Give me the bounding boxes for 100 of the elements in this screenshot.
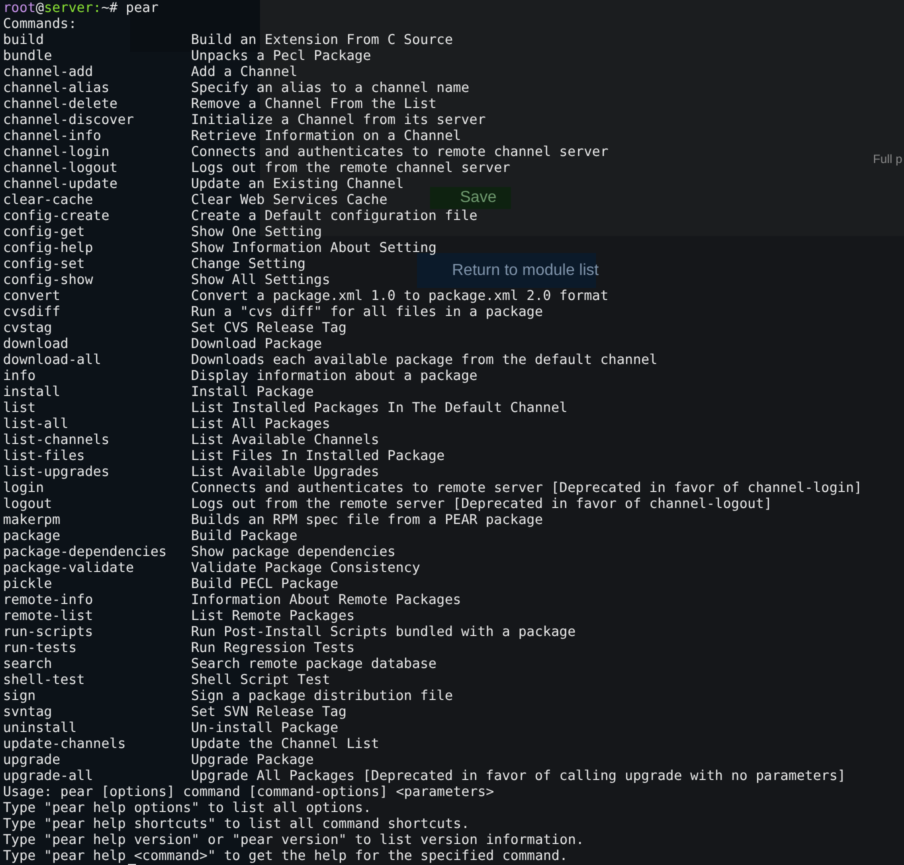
command-description: Remove a Channel From the List [191, 96, 437, 112]
command-name: package-validate [3, 560, 135, 576]
command-description: Upgrade All Packages [Deprecated in favor of calling upgrade with no parameters] [191, 768, 846, 784]
command-name: makerpm [3, 512, 62, 528]
command-name: bundle [3, 48, 54, 64]
command-description: Initialize a Channel from its server [191, 112, 486, 128]
command-description: Run a "cvs diff" for all files in a package [191, 304, 543, 320]
command-name: login [3, 480, 45, 496]
command-description: Specify an alias to a channel name [191, 80, 470, 96]
command-description: Show package dependencies [191, 544, 396, 560]
command-name: channel-logout [3, 160, 119, 176]
command-description: Add a Channel [191, 64, 298, 80]
command-description: Display information about a package [191, 368, 478, 384]
command-name: list [3, 400, 37, 416]
command-description: Unpacks a Pecl Package [191, 48, 372, 64]
help-line: Type "pear help <command>" to get the help for the specified command. [3, 848, 568, 864]
command-name: remote-list [3, 608, 94, 624]
command-name: config-show [3, 272, 94, 288]
command-name: install [3, 384, 62, 400]
command-description: List Available Channels [191, 432, 380, 448]
command-description: Show Information About Setting [191, 240, 437, 256]
command-name: list-all [3, 416, 70, 432]
command-name: logout [3, 496, 54, 512]
prompt-line: root@server:~# pear [3, 0, 159, 16]
command-description: Create a Default configuration file [191, 208, 478, 224]
command-description: Show All Settings [191, 272, 330, 288]
command-name: run-scripts [3, 624, 94, 640]
command-description: Convert a package.xml 1.0 to package.xml 2.0 format [191, 288, 608, 304]
command-name: config-create [3, 208, 110, 224]
command-description: Logs out from the remote channel server [191, 160, 510, 176]
command-name: package-dependencies [3, 544, 168, 560]
command-description: Sign a package distribution file [191, 688, 453, 704]
command-description: Update an Existing Channel [191, 176, 404, 192]
command-name: run-tests [3, 640, 78, 656]
command-description: Un-install Package [191, 720, 338, 736]
command-name: cvstag [3, 320, 54, 336]
command-description: Retrieve Information on a Channel [191, 128, 462, 144]
command-name: search [3, 656, 54, 672]
command-description: Set SVN Release Tag [191, 704, 346, 720]
command-name: svntag [3, 704, 54, 720]
command-name: sign [3, 688, 37, 704]
command-name: channel-add [3, 64, 94, 80]
command-description: Connects and authenticates to remote server [Deprecated in favor of channel-login] [191, 480, 862, 496]
command-name: channel-info [3, 128, 102, 144]
command-description: Build an Extension From C Source [191, 32, 453, 48]
command-description: Shell Script Test [191, 672, 330, 688]
command-name: channel-alias [3, 80, 110, 96]
command-name: channel-login [3, 144, 110, 160]
command-description: Connects and authenticates to remote channel server [191, 144, 608, 160]
command-description: Set CVS Release Tag [191, 320, 346, 336]
command-description: Search remote package database [191, 656, 437, 672]
command-name: remote-info [3, 592, 94, 608]
page-label: Full p [873, 152, 902, 166]
command-name: update-channels [3, 736, 127, 752]
command-name: build [3, 32, 45, 48]
command-description: Run Regression Tests [191, 640, 355, 656]
command-name: list-upgrades [3, 464, 110, 480]
command-description: Builds an RPM spec file from a PEAR package [191, 512, 543, 528]
help-line: Type "pear help shortcuts" to list all command shortcuts. [3, 816, 470, 832]
command-name: uninstall [3, 720, 78, 736]
save-button[interactable]: Save [430, 187, 511, 209]
command-description: Build PECL Package [191, 576, 338, 592]
output-header: Commands: [3, 16, 77, 32]
command-name: info [3, 368, 37, 384]
command-name: config-set [3, 256, 86, 272]
command-name: package [3, 528, 62, 544]
command-name: download-all [3, 352, 102, 368]
command-description: List Installed Packages In The Default Channel [191, 400, 568, 416]
command-name: shell-test [3, 672, 86, 688]
command-description: Install Package [191, 384, 314, 400]
command-description: Logs out from the remote server [Deprecated in favor of channel-logout] [191, 496, 772, 512]
command-name: pickle [3, 576, 54, 592]
command-description: Downloads each available package from the default channel [191, 352, 658, 368]
command-description: Validate Package Consistency [191, 560, 420, 576]
command-name: config-help [3, 240, 94, 256]
command-description: Clear Web Services Cache [191, 192, 388, 208]
command-name: channel-update [3, 176, 119, 192]
command-name: channel-discover [3, 112, 135, 128]
command-name: list-channels [3, 432, 110, 448]
command-name: config-get [3, 224, 86, 240]
command-description: Run Post-Install Scripts bundled with a package [191, 624, 576, 640]
command-description: List All Packages [191, 416, 330, 432]
command-description: Show One Setting [191, 224, 322, 240]
command-description: List Files In Installed Package [191, 448, 445, 464]
command-description: Information About Remote Packages [191, 592, 462, 608]
command-name: cvsdiff [3, 304, 62, 320]
command-name: channel-delete [3, 96, 119, 112]
help-line: Usage: pear [options] command [command-options] <parameters> [3, 784, 494, 800]
command-description: Build Package [191, 528, 298, 544]
help-line: Type "pear help version" or "pear version" to list version information. [3, 832, 584, 848]
command-name: download [3, 336, 70, 352]
command-name: upgrade [3, 752, 62, 768]
command-name: list-files [3, 448, 86, 464]
command-name: clear-cache [3, 192, 94, 208]
command-name: upgrade-all [3, 768, 94, 784]
command-name: convert [3, 288, 62, 304]
command-description: List Remote Packages [191, 608, 355, 624]
command-description: Change Setting [191, 256, 306, 272]
command-description: Upgrade Package [191, 752, 314, 768]
command-description: List Available Upgrades [191, 464, 380, 480]
